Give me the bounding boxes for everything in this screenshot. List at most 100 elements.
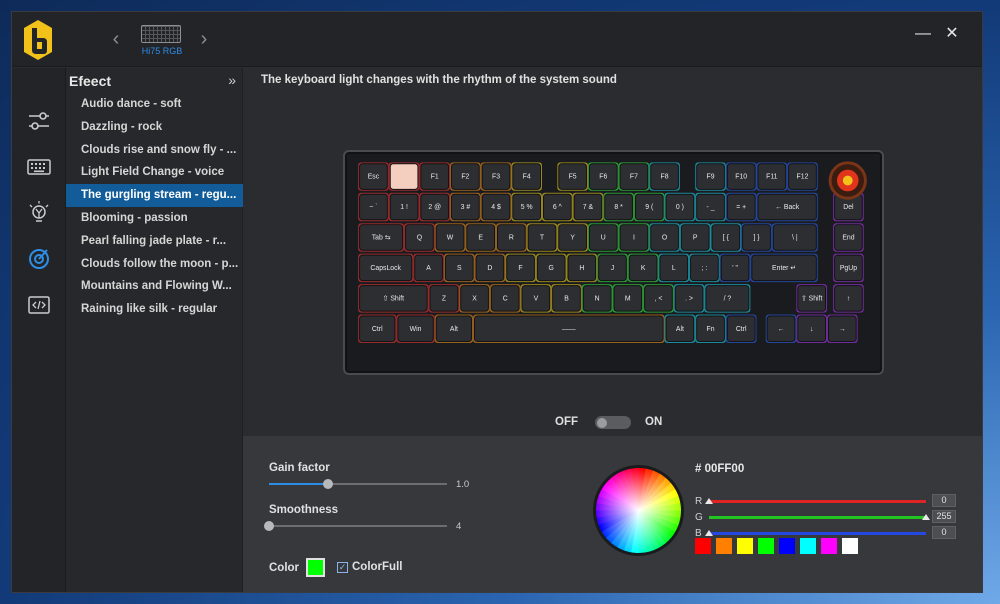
keyboard-key[interactable]: Win [396,314,435,344]
light-toggle-switch[interactable] [595,416,631,429]
keyboard-key[interactable]: ; : [689,253,720,283]
keyboard-key[interactable]: ↑ [833,284,864,313]
keyboard-key[interactable]: F2 [450,162,481,191]
keyboard-key[interactable]: PgUp [833,253,864,283]
keyboard-key[interactable]: Z [428,284,460,313]
effect-item[interactable]: Clouds follow the moon - p... [66,253,243,276]
keyboard-key[interactable]: ← [765,314,797,344]
previous-device-button[interactable]: ‹ [108,28,124,50]
keyboard-key[interactable]: / ? [704,284,751,313]
keyboard-key[interactable]: ← Back [756,192,818,222]
blue-value[interactable]: 0 [932,526,956,539]
keyboard-key[interactable]: F1 [419,162,451,191]
effect-item[interactable]: Dazzling - rock [66,116,243,139]
keyboard-key[interactable]: 4 $ [480,192,512,222]
color-preset-swatch[interactable] [758,538,774,554]
keyboard-key[interactable]: F6 [587,162,619,191]
green-slider[interactable] [709,514,930,520]
keyboard-icon[interactable] [26,154,52,180]
keyboard-key[interactable]: F7 [618,162,650,191]
keyboard-key[interactable]: Alt [434,314,474,344]
keyboard-key[interactable]: CapsLock [358,253,414,283]
keyboard-key[interactable]: Tab ⇆ [358,223,405,252]
keyboard-key[interactable]: W [434,223,466,252]
keyboard-key[interactable]: ⇧ Shift [358,284,429,313]
keyboard-key[interactable]: F11 [756,162,788,191]
keyboard-key[interactable]: Enter ↵ [750,253,818,283]
keyboard-key[interactable]: Esc [358,162,389,191]
minimize-icon[interactable]: — [913,24,933,44]
blue-thumb[interactable] [705,530,713,536]
effect-item[interactable]: Audio dance - soft [66,93,243,116]
color-preset-swatch[interactable] [716,538,732,554]
effect-item[interactable]: Clouds rise and snow fly - ... [66,139,243,162]
keyboard-key[interactable]: F5 [557,162,588,191]
keyboard-key[interactable]: F3 [480,162,512,191]
keyboard-key[interactable]: 3 # [450,192,481,222]
keyboard-key[interactable]: ~ ` [358,192,389,222]
keyboard-key[interactable]: ] } [741,223,772,252]
keyboard-key[interactable]: F10 [725,162,757,191]
keyboard-key[interactable]: . > [673,284,705,313]
keyboard-key[interactable]: P [679,223,711,252]
smoothness-thumb[interactable] [264,521,274,531]
keyboard-key[interactable]: 8 * [603,192,634,222]
keyboard-key[interactable]: F [505,253,536,283]
keyboard-key[interactable]: ' " [719,253,751,283]
keyboard-key[interactable]: —— [473,314,665,344]
gain-factor-slider[interactable] [269,479,447,489]
colorfull-checkbox[interactable]: ✓ [337,562,348,573]
keyboard-key[interactable]: , < [643,284,674,313]
keyboard-key[interactable]: End [833,223,864,252]
keyboard-device-icon[interactable] [141,25,181,43]
keyboard-key[interactable]: D [474,253,506,283]
keyboard-key[interactable]: ↓ [796,314,827,344]
close-icon[interactable]: ✕ [942,24,962,44]
keyboard-key[interactable]: I [618,223,650,252]
effect-item[interactable]: The gurgling stream - regu... [66,184,243,207]
volume-knob[interactable] [828,161,867,200]
color-preset-swatch[interactable] [779,538,795,554]
effect-item[interactable]: Mountains and Flowing W... [66,275,243,298]
keyboard-key[interactable]: J [597,253,628,283]
keyboard-key[interactable]: R [496,223,527,252]
keyboard-key[interactable]: X [459,284,490,313]
blue-slider[interactable] [705,530,926,536]
target-icon[interactable] [26,246,52,272]
keyboard-key[interactable]: → [826,314,858,344]
keyboard-key[interactable]: U [587,223,619,252]
keyboard-key[interactable]: A [413,253,444,283]
smoothness-slider[interactable] [264,521,447,531]
color-preset-swatch[interactable] [695,538,711,554]
keyboard-key[interactable]: 7 & [572,192,604,222]
code-icon[interactable] [26,292,52,318]
keyboard-key[interactable]: 5 % [511,192,542,222]
color-preset-swatch[interactable] [737,538,753,554]
gain-factor-thumb[interactable] [322,479,333,489]
keyboard-key[interactable]: Ctrl [725,314,757,344]
device-name[interactable]: Hi75 RGB [132,46,192,56]
keyboard-key[interactable]: Alt [664,314,696,344]
red-value[interactable]: 0 [932,494,956,507]
keyboard-key[interactable]: F4 [511,162,542,191]
keyboard-key[interactable]: 1 ! [388,192,420,222]
green-thumb[interactable] [922,514,930,520]
keyboard-key[interactable]: F12 [787,162,818,191]
lightbulb-icon[interactable] [26,200,52,226]
sliders-icon[interactable] [26,108,52,134]
keyboard-key[interactable]: B [551,284,582,313]
keyboard-key[interactable]: S [443,253,475,283]
keyboard-key[interactable]: - _ [695,192,726,222]
keyboard-key[interactable]: C [489,284,521,313]
keyboard-key[interactable]: E [465,223,497,252]
color-preset-swatch[interactable] [821,538,837,554]
color-swatch[interactable] [306,558,325,577]
keyboard-key[interactable]: N [581,284,613,313]
keyboard-key[interactable]: V [520,284,552,313]
collapse-panel-icon[interactable]: » [228,72,236,88]
keyboard-key[interactable]: G [535,253,567,283]
keyboard-key[interactable]: 6 ^ [541,192,573,222]
keyboard-key[interactable]: H [566,253,598,283]
keyboard-key[interactable] [388,162,420,191]
keyboard-key[interactable]: Ctrl [358,314,397,344]
